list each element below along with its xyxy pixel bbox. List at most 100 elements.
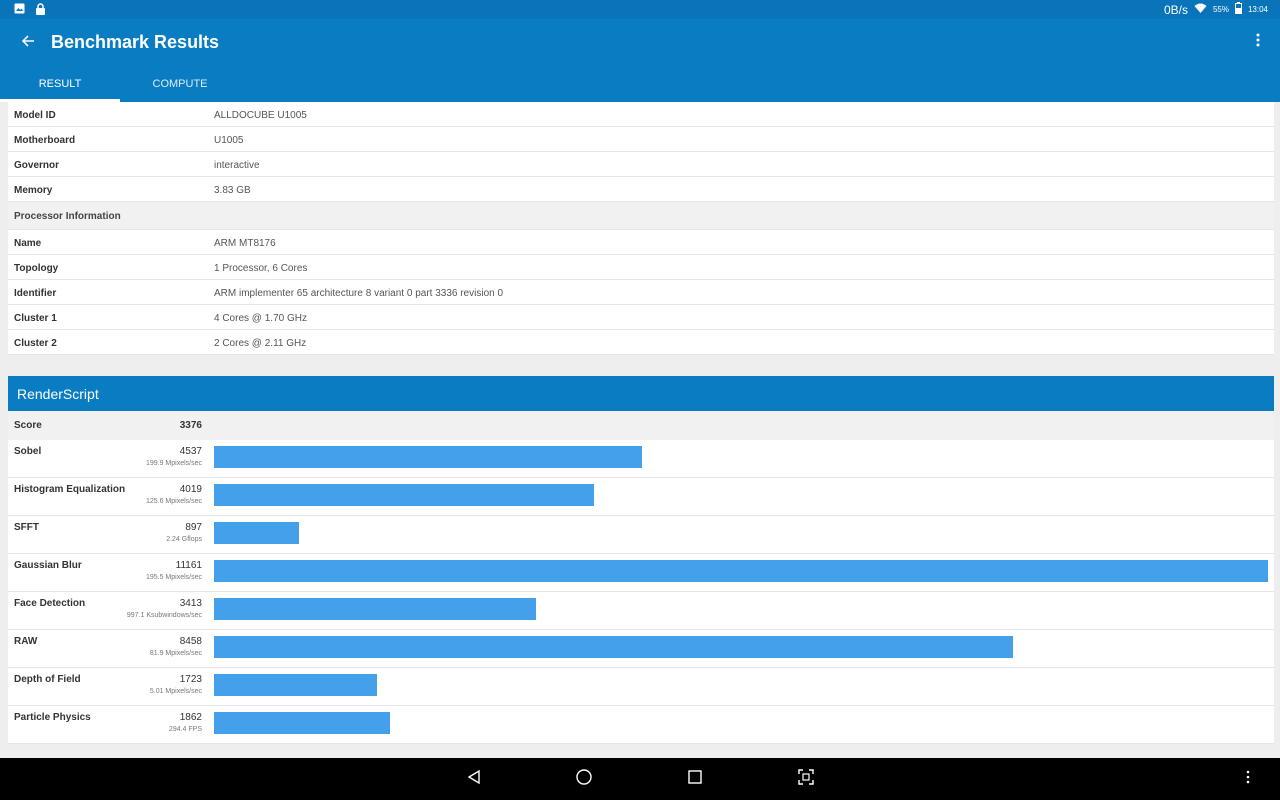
tab-result[interactable]: RESULT (0, 69, 120, 102)
benchmark-bar (214, 446, 642, 468)
benchmark-unit: 294.4 FPS (168, 726, 202, 733)
recents-square-icon (687, 769, 703, 790)
benchmark-name: Depth of Field (14, 674, 81, 685)
back-button[interactable] (14, 29, 42, 57)
benchmark-unit: 5.01 Mpixels/sec (149, 688, 202, 695)
tab-bar: RESULT COMPUTE (0, 69, 240, 102)
benchmark-row: Gaussian Blur 11161 195.5 Mpixels/sec (8, 554, 1274, 592)
back-triangle-icon (466, 769, 482, 790)
info-key: Model ID (14, 110, 56, 121)
info-value: ARM implementer 65 architecture 8 varian… (214, 288, 504, 299)
page-title: Benchmark Results (51, 32, 220, 52)
benchmark-score: 1723 (179, 674, 202, 685)
info-value: 2 Cores @ 2.11 GHz (214, 338, 307, 349)
arrow-back-icon (21, 34, 35, 53)
benchmark-score: 11161 (175, 560, 202, 571)
tab-compute[interactable]: COMPUTE (120, 69, 240, 102)
benchmark-bar (214, 674, 377, 696)
benchmark-bar (214, 636, 1013, 658)
benchmark-bar-chart: Sobel 4537 199.9 Mpixels/sec Histogram Equa… (8, 440, 1274, 744)
benchmark-unit: 997.1 Ksubwindows/sec (126, 612, 202, 619)
info-value: 3.83 GB (214, 185, 251, 196)
section-title: RenderScript (17, 386, 99, 402)
section-title: Processor Information (14, 211, 121, 222)
info-key: Topology (14, 263, 59, 274)
benchmark-row: Particle Physics 1862 294.4 FPS (8, 706, 1274, 744)
nav-back-button[interactable] (463, 768, 485, 790)
benchmark-bar (214, 522, 299, 544)
info-value: U1005 (214, 135, 244, 146)
info-row-cluster-2: Cluster 2 2 Cores @ 2.11 GHz (8, 330, 1274, 355)
navigation-bar (0, 758, 1280, 800)
info-key: Cluster 1 (14, 313, 57, 324)
benchmark-score: 4537 (179, 446, 202, 457)
benchmark-name: Histogram Equalization (14, 484, 126, 495)
wifi-icon (1194, 3, 1207, 16)
benchmark-row: RAW 8458 81.9 Mpixels/sec (8, 630, 1274, 668)
info-row-cluster-1: Cluster 1 4 Cores @ 1.70 GHz (8, 305, 1274, 330)
benchmark-row: Face Detection 3413 997.1 Ksubwindows/sec (8, 592, 1274, 630)
info-key: Memory (14, 185, 53, 196)
score-row: Score 3376 (8, 411, 1274, 440)
nav-home-button[interactable] (573, 768, 595, 790)
renderscript-header: RenderScript (8, 376, 1274, 411)
benchmark-row: Sobel 4537 199.9 Mpixels/sec (8, 440, 1274, 478)
info-row-model-id: Model ID ALLDOCUBE U1005 (8, 102, 1274, 127)
benchmark-score: 897 (185, 522, 202, 533)
benchmark-name: Face Detection (14, 598, 86, 609)
battery-icon (1234, 2, 1242, 17)
benchmark-unit: 195.5 Mpixels/sec (145, 574, 202, 581)
benchmark-score: 8458 (179, 636, 202, 647)
info-value: 1 Processor, 6 Cores (214, 263, 308, 274)
benchmark-row: Depth of Field 1723 5.01 Mpixels/sec (8, 668, 1274, 706)
nav-recents-button[interactable] (684, 768, 706, 790)
benchmark-bar (214, 560, 1268, 582)
score-value: 3376 (179, 420, 202, 431)
overflow-menu-button[interactable] (1250, 31, 1266, 53)
status-right: 0B/s 55% 13:04 (1164, 2, 1268, 17)
status-left-icons (14, 3, 46, 18)
info-key: Motherboard (14, 135, 76, 146)
info-key: Governor (14, 160, 60, 171)
system-info-table: Model ID ALLDOCUBE U1005 Motherboard U10… (8, 102, 1274, 355)
benchmark-score: 3413 (179, 598, 202, 609)
benchmark-score: 4019 (179, 484, 202, 495)
info-value: interactive (214, 160, 260, 171)
info-key: Identifier (14, 288, 57, 299)
nav-menu-button[interactable] (1237, 768, 1259, 790)
benchmark-name: SFFT (14, 522, 39, 533)
home-circle-icon (575, 768, 593, 791)
info-key: Cluster 2 (14, 338, 57, 349)
lock-icon (35, 3, 46, 18)
menu-dots-icon (1246, 770, 1250, 789)
nav-screenshot-button[interactable] (795, 768, 817, 790)
benchmark-bar (214, 598, 536, 620)
clock: 13:04 (1247, 5, 1268, 14)
app-bar: Benchmark Results RESULT COMPUTE (0, 19, 1280, 102)
benchmark-name: Gaussian Blur (14, 560, 82, 571)
benchmark-bar (214, 484, 594, 506)
network-speed: 0B/s (1163, 2, 1188, 17)
benchmark-row: SFFT 897 2.24 Gflops (8, 516, 1274, 554)
score-label: Score (14, 420, 42, 431)
benchmark-bar (214, 712, 390, 734)
info-row-memory: Memory 3.83 GB (8, 177, 1274, 202)
screenshot-icon (797, 768, 815, 791)
info-value: ALLDOCUBE U1005 (214, 110, 307, 121)
info-row-identifier: Identifier ARM implementer 65 architectu… (8, 280, 1274, 305)
benchmark-score: 1862 (179, 712, 202, 723)
image-icon (14, 3, 25, 18)
benchmark-name: Sobel (14, 446, 42, 457)
benchmark-name: RAW (14, 636, 38, 647)
benchmark-unit: 125.6 Mpixels/sec (145, 498, 202, 505)
benchmark-unit: 199.9 Mpixels/sec (145, 460, 202, 467)
benchmark-unit: 81.9 Mpixels/sec (149, 650, 202, 657)
benchmark-row: Histogram Equalization 4019 125.6 Mpixels/… (8, 478, 1274, 516)
battery-percent: 55% (1212, 5, 1229, 14)
status-bar: 0B/s 55% 13:04 (0, 0, 1280, 19)
info-row-governor: Governor interactive (8, 152, 1274, 177)
more-vert-icon (1256, 33, 1260, 52)
benchmark-name: Particle Physics (14, 712, 91, 723)
info-row-topology: Topology 1 Processor, 6 Cores (8, 255, 1274, 280)
benchmark-unit: 2.24 Gflops (166, 536, 202, 543)
